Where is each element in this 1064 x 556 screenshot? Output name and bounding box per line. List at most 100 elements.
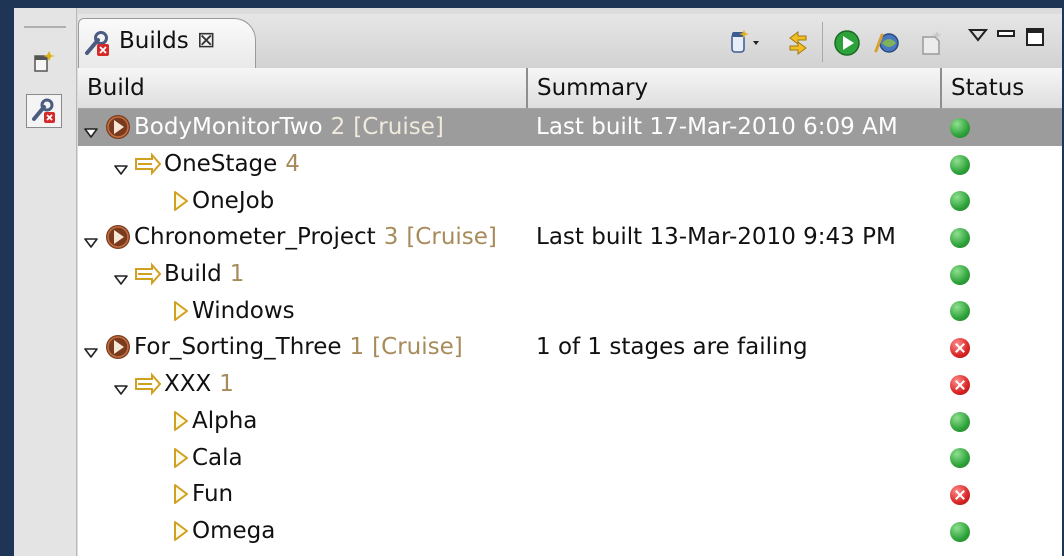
toolbar-separator (822, 22, 823, 62)
tree-row[interactable]: XXX 1 (78, 366, 1062, 403)
status-failed-icon (950, 374, 970, 395)
builds-icon (83, 29, 113, 63)
build-name: Windows (192, 297, 295, 324)
build-tag: [Cruise] (353, 114, 444, 141)
build-cell: Chronometer_Project 3 [Cruise] (84, 219, 497, 256)
tree-row[interactable]: Build 1 (78, 256, 1062, 293)
workbench-frame: Builds ⊠ Build Summary Status BodyMonito… (14, 8, 1062, 556)
build-count: 3 (383, 224, 399, 251)
stage-icon (134, 262, 162, 286)
build-cell: BodyMonitorTwo 2 [Cruise] (84, 109, 444, 146)
column-build[interactable]: Build (78, 68, 528, 108)
build-name: Chronometer_Project (134, 224, 376, 251)
tree-row[interactable]: Omega (78, 513, 1062, 550)
tree-row[interactable]: Fun (78, 476, 1062, 513)
view-tabbar: Builds ⊠ (78, 14, 1062, 69)
build-tree: BodyMonitorTwo 2 [Cruise] Last built 17-Mar… (78, 109, 1062, 549)
summary-cell: 1 of 1 stages are failing (536, 334, 808, 361)
status-ok-icon (950, 191, 970, 212)
build-name: BodyMonitorTwo (134, 114, 323, 141)
project-icon (104, 113, 132, 141)
tree-row[interactable]: OneJob (78, 182, 1062, 219)
tab-builds[interactable]: Builds ⊠ (78, 18, 256, 68)
open-browser-icon[interactable] (872, 28, 902, 58)
tree-row[interactable]: Windows (78, 292, 1062, 329)
job-icon (172, 482, 190, 506)
column-status[interactable]: Status (942, 68, 1062, 108)
build-cell: OneJob (172, 182, 274, 219)
status-ok-icon (950, 264, 970, 285)
expand-toggle-icon[interactable] (114, 157, 128, 175)
tree-row[interactable]: Alpha (78, 403, 1062, 440)
column-summary[interactable]: Summary (528, 68, 942, 108)
build-cell: Fun (172, 476, 233, 513)
build-name: XXX (164, 371, 212, 398)
status-ok-icon (950, 301, 970, 322)
expand-toggle-icon[interactable] (84, 230, 98, 249)
build-count: 1 (349, 334, 365, 361)
summary-cell: Last built 17-Mar-2010 6:09 AM (536, 114, 898, 140)
build-name: OneJob (192, 187, 275, 214)
summary-cell: Last built 13-Mar-2010 9:43 PM (536, 224, 896, 251)
tree-row[interactable]: For_Sorting_Three 1 [Cruise] 1 of 1 stages … (78, 329, 1062, 366)
tree-row[interactable]: Chronometer_Project 3 [Cruise] Last built 1… (78, 219, 1062, 256)
job-icon (172, 299, 190, 323)
build-tag: [Cruise] (372, 334, 463, 361)
job-icon (172, 189, 190, 213)
build-cell: Build 1 (114, 256, 244, 293)
status-ok-icon (950, 154, 970, 175)
build-name: Omega (192, 517, 276, 544)
job-icon (172, 519, 190, 543)
build-cell: Omega (172, 513, 275, 550)
build-cell: Alpha (172, 403, 257, 440)
status-ok-icon (950, 228, 970, 249)
build-name: Alpha (192, 407, 258, 434)
project-icon (104, 223, 132, 251)
properties-icon[interactable] (916, 28, 946, 58)
stage-icon (134, 372, 162, 396)
status-ok-icon (950, 521, 970, 542)
build-cell: OneStage 4 (114, 146, 300, 183)
tree-row[interactable]: BodyMonitorTwo 2 [Cruise] Last built 17-Mar… (78, 109, 1062, 146)
status-ok-icon (950, 448, 970, 469)
minimize-icon[interactable] (996, 26, 1016, 46)
tab-builds-label: Builds (119, 28, 189, 54)
status-failed-icon (950, 484, 970, 505)
build-count: 1 (229, 261, 245, 288)
tree-row[interactable]: OneStage 4 (78, 146, 1062, 183)
status-failed-icon (950, 338, 970, 359)
build-name: For_Sorting_Three (134, 334, 342, 361)
close-icon[interactable]: ⊠ (197, 28, 215, 53)
stage-icon (134, 152, 162, 176)
build-name: OneStage (164, 151, 278, 178)
expand-toggle-icon[interactable] (84, 120, 98, 139)
build-name: Fun (192, 481, 234, 508)
new-view-icon[interactable] (26, 44, 62, 78)
expand-toggle-icon[interactable] (114, 267, 128, 285)
build-tag: [Cruise] (406, 224, 497, 251)
maximize-icon[interactable] (1024, 26, 1046, 48)
build-cell: XXX 1 (114, 366, 234, 403)
build-cell: Cala (172, 439, 243, 476)
status-ok-icon (950, 411, 970, 432)
left-trim-stack (14, 8, 77, 556)
build-name: Cala (192, 444, 243, 471)
refresh-icon[interactable] (783, 28, 813, 56)
build-cell: Windows (172, 292, 295, 329)
tree-row[interactable]: Cala (78, 439, 1062, 476)
view-menu-icon[interactable] (968, 26, 988, 46)
build-count: 2 (330, 114, 346, 141)
expand-toggle-icon[interactable] (114, 377, 128, 395)
column-header: Build Summary Status (78, 68, 1062, 109)
build-count: 1 (219, 371, 234, 398)
status-ok-icon (950, 118, 970, 138)
run-build-icon[interactable] (832, 28, 862, 58)
add-build-dropdown-icon[interactable] (726, 28, 766, 56)
expand-toggle-icon[interactable] (84, 340, 98, 359)
builds-view-trim-icon[interactable] (26, 94, 62, 128)
builds-view: Builds ⊠ Build Summary Status BodyMonito… (78, 14, 1062, 556)
job-icon (172, 446, 190, 470)
trim-divider (24, 26, 66, 28)
project-icon (104, 333, 132, 361)
build-name: Build (164, 261, 222, 288)
